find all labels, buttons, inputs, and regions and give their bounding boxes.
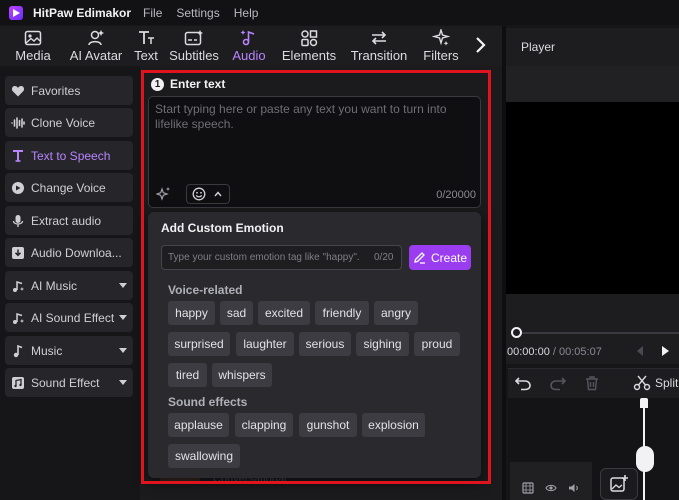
app-window: HitPaw Edimakor File Settings Help Media… [0,0,679,500]
tab-media-label: Media [15,48,51,63]
tab-text[interactable]: Text [126,26,166,66]
sidebar-item-label: Text to Speech [31,148,111,163]
tab-ai-avatar-label: AI Avatar [69,48,123,63]
tab-ai-avatar[interactable]: AI Avatar [66,26,126,66]
waveform-icon [11,116,25,130]
sidebar-item-label: Sound Effect [31,375,100,390]
ai-music-icon [11,279,25,293]
sidebar-item-extract-audio[interactable]: Extract audio [5,206,133,235]
ai-sound-effect-icon [11,311,25,325]
tab-subtitles-label: Subtitles [169,48,219,63]
add-media-button[interactable] [600,468,638,500]
transition-icon [369,29,389,47]
film-icon[interactable] [522,482,534,494]
previous-frame-icon[interactable] [637,346,643,356]
main-toolbar: Media AI Avatar Text Subtitles Audio Ele… [0,26,502,66]
sidebar-item-audio-download[interactable]: Audio Downloa... [5,238,133,267]
playhead-tooltip-handle[interactable] [636,446,654,472]
chevron-down-icon[interactable] [119,315,127,320]
sidebar-item-label: Music [31,343,63,358]
volume-icon[interactable] [568,482,580,494]
sidebar-item-label: Clone Voice [31,115,96,130]
ai-avatar-icon [87,29,105,47]
sidebar-item-sound-effect[interactable]: Sound Effect [5,368,133,397]
change-voice-icon [11,181,25,195]
app-logo-icon [9,5,23,20]
sidebar-item-change-voice[interactable]: Change Voice [5,173,133,202]
sidebar-item-label: Audio Downloa... [31,245,122,260]
favorites-icon [11,84,25,98]
time-separator: / [549,346,559,358]
player-viewport[interactable] [506,102,679,294]
player-title: Player [521,40,556,54]
current-time: 00:00:00 [507,346,550,358]
media-icon [24,29,42,47]
text-icon [137,29,155,47]
menu-help[interactable]: Help [234,6,259,20]
track-header [510,462,592,500]
add-image-icon [610,475,628,492]
sidebar-item-text-to-speech[interactable]: Text to Speech [5,141,133,170]
download-icon [11,246,25,260]
tab-filters-label: Filters [423,48,459,63]
chevron-down-icon[interactable] [119,283,127,288]
filters-icon [432,29,450,47]
toolbar-next-button[interactable] [466,26,494,66]
delete-icon[interactable] [583,374,601,392]
tab-filters[interactable]: Filters [416,26,466,66]
tab-audio[interactable]: Audio [222,26,276,66]
microphone-icon [11,214,25,228]
playback-scrubber[interactable] [516,332,679,334]
music-note-icon [11,344,25,358]
sidebar-item-label: AI Music [31,278,78,293]
sidebar-item-ai-sound-effect[interactable]: AI Sound Effect [5,303,133,332]
tab-elements-label: Elements [281,48,337,63]
elements-icon [300,29,318,47]
redo-icon[interactable] [549,374,567,392]
tab-subtitles[interactable]: Subtitles [166,26,222,66]
menu-settings[interactable]: Settings [176,6,219,20]
menu-file[interactable]: File [143,6,162,20]
tab-elements[interactable]: Elements [276,26,342,66]
chevron-down-icon[interactable] [119,380,127,385]
tab-media[interactable]: Media [8,26,58,66]
chevron-right-icon [476,37,486,53]
sidebar-item-favorites[interactable]: Favorites [5,76,133,105]
sidebar-item-label: Change Voice [31,180,106,195]
highlight-frame [141,70,491,484]
sound-effect-icon [11,376,25,390]
sidebar-item-ai-music[interactable]: AI Music [5,271,133,300]
sidebar-item-label: Extract audio [31,213,102,228]
chevron-down-icon[interactable] [119,348,127,353]
sidebar-item-music[interactable]: Music [5,336,133,365]
split-button-label[interactable]: Split [655,376,678,390]
playback-time: 00:00:00 / 00:05:07 [507,346,602,358]
subtitles-icon [184,29,204,47]
play-icon[interactable] [662,346,669,356]
tab-audio-label: Audio [232,48,266,63]
scissors-icon[interactable] [633,374,651,392]
app-name: HitPaw Edimakor [33,5,132,20]
sidebar-item-label: AI Sound Effect [31,310,115,325]
audio-icon [240,29,258,47]
eye-icon[interactable] [545,482,557,494]
tab-transition-label: Transition [350,48,408,63]
scrubber-handle[interactable] [511,327,522,338]
tab-transition[interactable]: Transition [342,26,416,66]
sidebar-item-label: Favorites [31,83,81,98]
title-bar: HitPaw Edimakor File Settings Help [0,0,679,25]
tab-text-label: Text [134,48,158,63]
total-time: 00:05:07 [559,346,602,358]
text-tool-icon [11,149,25,163]
undo-icon[interactable] [514,374,532,392]
player-top-strip [506,66,679,102]
sidebar-item-clone-voice[interactable]: Clone Voice [5,108,133,137]
